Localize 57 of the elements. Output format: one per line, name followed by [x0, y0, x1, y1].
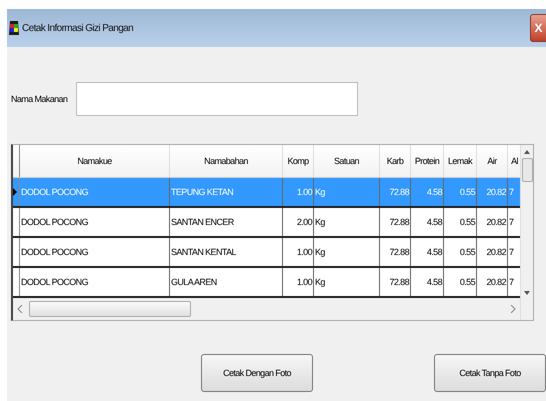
table-cell: 0.55 — [444, 178, 477, 206]
table-cell: 7 — [508, 238, 520, 266]
table-cell: TEPUNG KETAN — [170, 178, 283, 206]
table-cell: 0.55 — [444, 268, 477, 296]
column-header[interactable]: Protein — [411, 145, 444, 177]
table-cell: 0.55 — [444, 208, 477, 236]
print-button[interactable]: Cetak Tanpa Foto — [434, 354, 546, 392]
print-button[interactable]: Cetak Dengan Foto — [201, 354, 313, 392]
table-cell: 2.00 — [283, 208, 314, 236]
window-title: Cetak Informasi Gizi Pangan — [22, 22, 134, 34]
table-cell: 7 — [508, 268, 520, 296]
scroll-right-icon[interactable] — [510, 305, 516, 313]
table-cell: Kg — [314, 268, 380, 296]
column-header[interactable]: Namabahan — [170, 145, 283, 177]
column-header[interactable]: Lemak — [444, 145, 477, 177]
scroll-thumb[interactable] — [522, 158, 533, 182]
table-cell: 20.82 — [477, 238, 508, 266]
table-cell: 20.82 — [477, 208, 508, 236]
table-cell: 72.88 — [380, 208, 411, 236]
table-cell: 1.00 — [283, 268, 314, 296]
column-header[interactable]: Karb — [380, 145, 411, 177]
table-cell: Kg — [314, 178, 380, 206]
table-cell: DODOL POCONG — [20, 268, 170, 296]
column-header[interactable]: Komp — [283, 145, 314, 177]
scroll-left-icon[interactable] — [17, 305, 23, 313]
input-field[interactable] — [76, 82, 358, 116]
table-cell: 72.88 — [380, 268, 411, 296]
row-pointer-icon — [13, 188, 17, 196]
table-cell: DODOL POCONG — [20, 178, 170, 206]
table-cell: 72.88 — [380, 238, 411, 266]
table-cell: SANTAN KENTAL — [170, 238, 283, 266]
table-cell: 72.88 — [380, 178, 411, 206]
table-cell: 1.00 — [283, 178, 314, 206]
column-header[interactable]: Namakue — [20, 145, 170, 177]
column-header[interactable]: Air — [477, 145, 508, 177]
table-cell: 4.58 — [411, 238, 444, 266]
field-label: Nama Makanan — [11, 94, 68, 104]
table-cell: GULA AREN — [170, 268, 283, 296]
table-cell: SANTAN ENCER — [170, 208, 283, 236]
scroll-up-icon[interactable] — [524, 149, 530, 154]
scroll-down-icon[interactable] — [524, 291, 530, 296]
vertical-scrollbar[interactable] — [520, 145, 533, 320]
table-cell: 0.55 — [444, 238, 477, 266]
table-cell: Kg — [314, 238, 380, 266]
scroll-thumb[interactable] — [29, 301, 191, 317]
table-cell: 20.82 — [477, 268, 508, 296]
app-icon — [8, 20, 20, 36]
column-header[interactable]: Satuan — [314, 145, 380, 177]
table-cell: 4.58 — [411, 178, 444, 206]
table-cell: 4.58 — [411, 208, 444, 236]
table-cell: DODOL POCONG — [20, 238, 170, 266]
table-cell: 1.00 — [283, 238, 314, 266]
table-cell: 4.58 — [411, 268, 444, 296]
table-cell: DODOL POCONG — [20, 208, 170, 236]
table-cell: Kg — [314, 208, 380, 236]
table-cell: 20.82 — [477, 178, 508, 206]
table-cell: 7 — [508, 208, 520, 236]
